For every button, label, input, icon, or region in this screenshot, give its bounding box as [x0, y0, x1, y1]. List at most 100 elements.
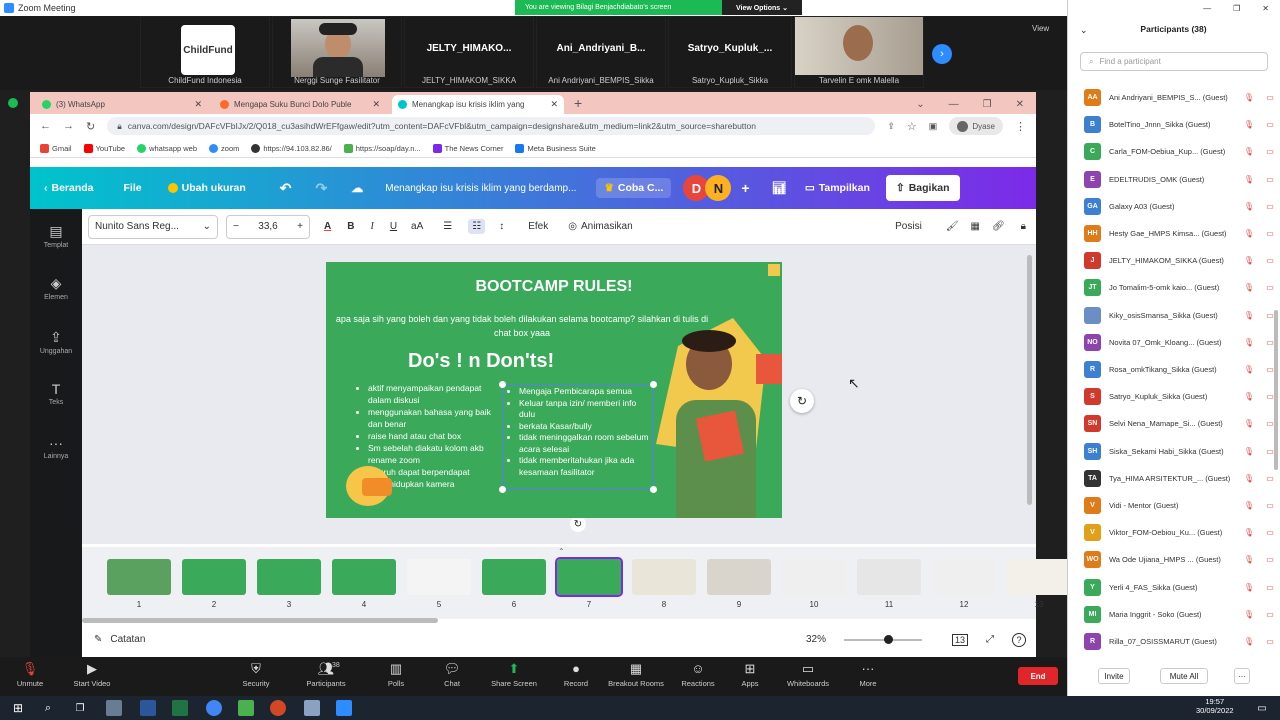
reload-icon[interactable]: ↻ [86, 120, 95, 133]
mic-muted-icon[interactable]: 🎙︎ [1237, 202, 1261, 211]
bookmark-item[interactable]: The News Corner [432, 144, 503, 153]
page-thumbnail[interactable] [707, 559, 771, 595]
task-view-icon[interactable]: ❐ [72, 700, 88, 716]
sidebar-item-elements[interactable]: ◈ Elemen [30, 275, 82, 301]
chat-button[interactable]: 💬︎ Chat [422, 661, 482, 688]
video-off-icon[interactable]: ▭ [1261, 147, 1279, 156]
mic-muted-icon[interactable]: 🎙︎ [1237, 583, 1261, 592]
participant-row[interactable]: C Carla_FOM-Oebiua_Kup... (Guest) 🎙︎ ▭ [1068, 138, 1279, 165]
restore-icon[interactable]: ❐ [1233, 4, 1240, 13]
mic-muted-icon[interactable]: 🎙︎ [1237, 147, 1261, 156]
sidebar-item-text[interactable]: T Teks [30, 381, 82, 406]
close-window-icon[interactable]: ✕ [1016, 99, 1024, 110]
mic-muted-icon[interactable]: 🎙︎ [1237, 283, 1261, 292]
participant-row[interactable]: V Vidi - Mentor (Guest) 🎙︎ ▭ [1068, 492, 1279, 519]
video-tile[interactable]: JELTY_HIMAKO... JELTY_HIMAKOM_SIKKA [404, 16, 534, 88]
donts-list[interactable]: Mengaja Pembicarapa semua Keluar tanpa i… [503, 386, 653, 478]
scrollbar[interactable] [1274, 310, 1278, 470]
page-thumbnail[interactable] [107, 559, 171, 595]
whiteboards-button[interactable]: ▭ Whiteboards [778, 661, 838, 688]
unmute-button[interactable]: 🎙︎ Unmute [0, 661, 60, 688]
restore-icon[interactable]: ❐ [983, 99, 992, 110]
scrollbar[interactable] [1027, 255, 1032, 505]
participant-row[interactable]: NO Novita 07_Omk_Kloang... (Guest) 🎙︎ ▭ [1068, 329, 1279, 356]
plus-icon[interactable]: + [297, 221, 303, 232]
bold-icon[interactable]: B [347, 221, 354, 232]
page-thumbnail[interactable] [482, 559, 546, 595]
minimize-icon[interactable]: — [1203, 4, 1211, 13]
slide-heading[interactable]: Do's ! n Don'ts! [408, 350, 554, 373]
back-icon[interactable]: ← [40, 120, 51, 132]
sidebar-item-uploads[interactable]: ⇪ Unggahan [30, 329, 82, 355]
security-button[interactable]: ⛨ Security [226, 661, 286, 688]
position-button[interactable]: Posisi [895, 221, 922, 232]
video-off-icon[interactable]: ▭ [1261, 583, 1279, 592]
mic-muted-icon[interactable]: 🎙︎ [1237, 501, 1261, 510]
font-size-stepper[interactable]: − 33,6 + [226, 214, 310, 239]
excel-icon[interactable] [172, 700, 188, 716]
horizontal-scrollbar[interactable] [82, 618, 438, 623]
record-button[interactable]: ● Record [546, 661, 606, 688]
video-off-icon[interactable]: ▭ [1261, 256, 1279, 265]
more-button[interactable]: ··· [1234, 668, 1250, 684]
clock[interactable]: 19:57 30/09/2022 [1196, 697, 1234, 715]
close-icon[interactable]: ✕ [194, 99, 202, 110]
page-thumbnail[interactable] [1007, 559, 1071, 595]
transparency-icon[interactable]: ▦ [971, 221, 980, 232]
share-page-icon[interactable]: ⇪ [887, 121, 895, 132]
mic-muted-icon[interactable]: 🎙︎ [1237, 555, 1261, 564]
video-off-icon[interactable]: ▭ [1261, 637, 1279, 646]
cloud-sync-icon[interactable]: ☁︎ [351, 181, 363, 195]
bookmark-item[interactable]: https://94.103.82.86/ [251, 144, 332, 153]
mute-all-button[interactable]: Mute All [1160, 668, 1208, 684]
bookmark-item[interactable]: YouTube [83, 144, 125, 153]
page-thumbnail[interactable] [407, 559, 471, 595]
page-thumbnail[interactable] [182, 559, 246, 595]
align-icon[interactable]: ☰ [443, 221, 452, 232]
close-icon[interactable]: ✕ [372, 99, 380, 110]
animate-button[interactable]: ◎ Animasikan [568, 221, 632, 232]
doc-title[interactable]: Menangkap isu krisis iklim yang berdamp.… [385, 183, 576, 194]
mic-muted-icon[interactable]: 🎙︎ [1237, 637, 1261, 646]
browser-tab-whatsapp[interactable]: (3) WhatsApp ✕ [36, 95, 208, 114]
analytics-icon[interactable]: 📊︎ [772, 181, 787, 195]
participant-row[interactable]: E EDELTRUDIS_OMK (Guest) 🎙︎ ▭ [1068, 166, 1279, 193]
minus-icon[interactable]: − [233, 221, 239, 232]
powerpoint-icon[interactable] [270, 700, 286, 716]
next-page-arrow-icon[interactable]: › [932, 44, 952, 64]
participant-row[interactable]: WO Wa Ode Ujiana_HMPS ... (Guest) 🎙︎ ▭ [1068, 546, 1279, 573]
effects-button[interactable]: Efek [528, 221, 548, 232]
page-thumbnail[interactable] [332, 559, 396, 595]
start-video-button[interactable]: ▶︎ Start Video [62, 661, 122, 688]
video-tile[interactable]: Ani_Andriyani_B... Ani Andriyani_BEMPIS_… [536, 16, 666, 88]
participant-row[interactable]: B BotelTino_Jnnn_Sikka (Guest) 🎙︎ ▭ [1068, 111, 1279, 138]
page-thumbnail[interactable] [782, 559, 846, 595]
participant-row[interactable]: JT Jo Tomalim-5-omk kaio... (Guest) 🎙︎ ▭ [1068, 274, 1279, 301]
mic-muted-icon[interactable]: 🎙︎ [1237, 610, 1261, 619]
selected-text-box[interactable]: Mengaja Pembicarapa semua Keluar tanpa i… [499, 381, 657, 493]
mic-muted-icon[interactable]: 🎙︎ [1237, 338, 1261, 347]
file-explorer-icon[interactable] [106, 700, 122, 716]
participant-row[interactable]: R Rilla_07_OSISSMARUT (Guest) 🎙︎ ▭ [1068, 628, 1279, 655]
participant-row[interactable]: Y Yerli 4_FAS_Sikka (Guest) 🎙︎ ▭ [1068, 574, 1279, 601]
try-pro-button[interactable]: ♛ Coba C... [596, 178, 672, 198]
italic-icon[interactable]: I [370, 221, 373, 232]
spacing-icon[interactable]: ↕ [499, 221, 504, 232]
video-tile[interactable]: Satryo_Kupluk_... Satryo_Kupluk_Sikka [668, 16, 792, 88]
underline-icon[interactable]: U [390, 221, 397, 232]
page-thumbnail[interactable] [257, 559, 321, 595]
resize-button[interactable]: Ubah ukuran [167, 182, 246, 194]
resize-handle[interactable] [499, 486, 506, 493]
video-off-icon[interactable]: ▭ [1261, 229, 1279, 238]
view-button[interactable]: View [1032, 24, 1049, 33]
zoom-icon[interactable] [336, 700, 352, 716]
browser-tab-canva[interactable]: Menangkap isu krisis iklim yang ✕ [392, 95, 564, 114]
participant-row[interactable]: HH Hesty Gae_HMPS Kimsa... (Guest) 🎙︎ ▭ [1068, 220, 1279, 247]
mic-muted-icon[interactable]: 🎙︎ [1237, 365, 1261, 374]
participant-row[interactable]: TA Tya_HIMA ARSITEKTUR_... (Guest) 🎙︎ ▭ [1068, 465, 1279, 492]
fullscreen-icon[interactable]: ⤢ [986, 634, 994, 645]
minimize-icon[interactable]: — [949, 99, 959, 110]
mic-muted-icon[interactable]: 🎙︎ [1237, 392, 1261, 401]
mic-muted-icon[interactable]: 🎙︎ [1237, 93, 1261, 102]
link-icon[interactable]: 🔗︎ [992, 221, 1005, 232]
